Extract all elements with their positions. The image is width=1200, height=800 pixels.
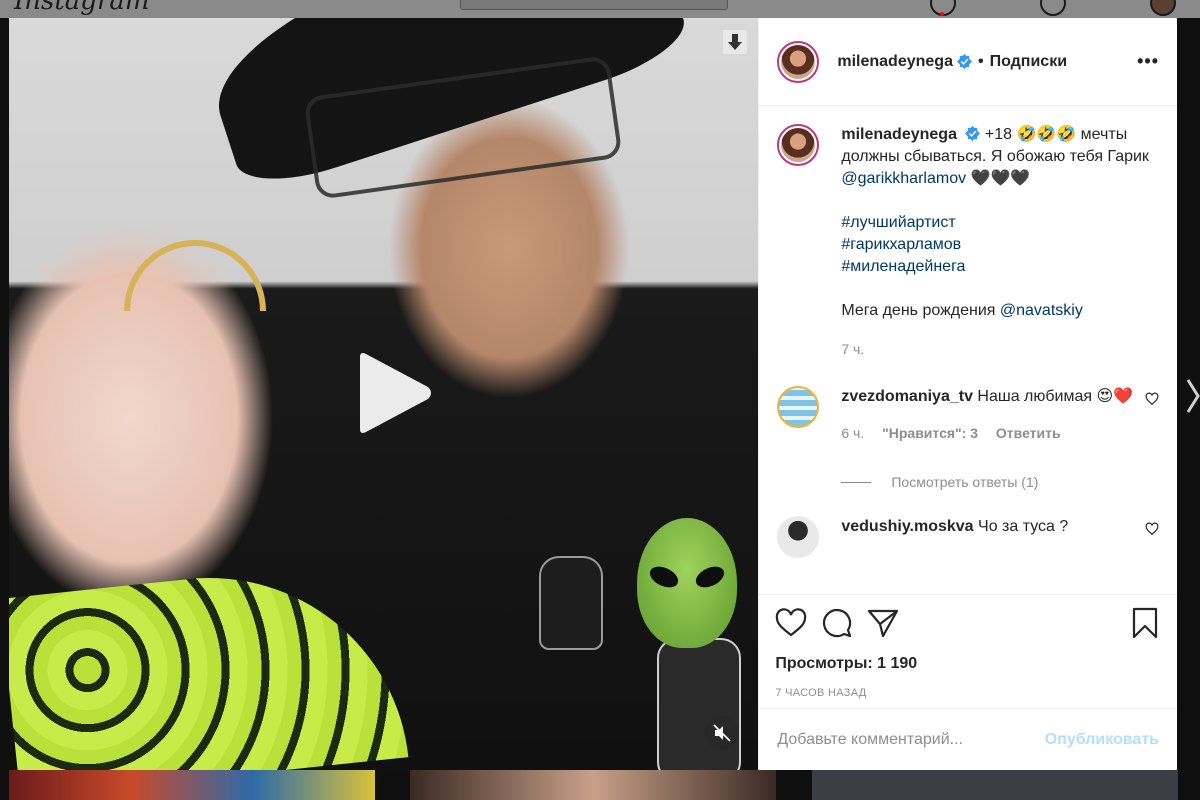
post-header: milenadeynega • Подписки ••• (759, 18, 1177, 106)
comment-timestamp[interactable]: 6 ч. (841, 425, 864, 441)
comment-item: vedushiy.moskva Чо за туса ? (777, 516, 1159, 558)
background-thumbnail[interactable] (9, 770, 375, 800)
caption-timestamp[interactable]: 7 ч. (841, 338, 1159, 360)
mention-link[interactable]: @navatskiy (1000, 302, 1083, 319)
bookmark-icon[interactable] (1129, 607, 1161, 639)
heart-icon[interactable] (775, 607, 807, 639)
view-replies-button[interactable]: Посмотреть ответы (1) (841, 474, 1159, 490)
caption-text: 🖤🖤🖤 (966, 170, 1031, 187)
muted-speaker-icon (713, 724, 731, 742)
comment-text: Наша любимая 😍❤️ (977, 388, 1134, 405)
comment-likes[interactable]: "Нравится": 3 (882, 425, 978, 441)
next-post-arrow-icon[interactable] (1186, 376, 1200, 416)
hashtag-link[interactable]: #миленадейнега (841, 256, 1159, 278)
verified-badge-icon (956, 54, 972, 69)
separator-dot: • (977, 52, 984, 70)
hashtag-link[interactable]: #гарикхарламов (841, 234, 1159, 256)
comment-text: Чо за туса ? (978, 518, 1069, 535)
mention-link[interactable]: @garikkharlamov (841, 170, 966, 187)
video-frame-detail (539, 556, 603, 650)
explore-icon[interactable] (1040, 0, 1066, 16)
search-box[interactable] (460, 0, 728, 10)
download-icon (728, 34, 742, 50)
mute-toggle-button[interactable] (705, 716, 739, 750)
author-username[interactable]: milenadeynega (837, 53, 953, 71)
post-actions: Просмотры: 1 190 7 ЧАСОВ НАЗАД (759, 594, 1177, 708)
comment-icon[interactable] (821, 607, 853, 639)
post-timestamp[interactable]: 7 ЧАСОВ НАЗАД (775, 687, 1161, 699)
video-frame-detail (9, 558, 409, 770)
comments-section[interactable]: milenadeynega +18 🤣🤣🤣 мечты должны сбыва… (759, 106, 1177, 594)
commenter-avatar[interactable] (777, 386, 820, 428)
author-avatar[interactable] (777, 40, 820, 83)
caption: milenadeynega +18 🤣🤣🤣 мечты должны сбыва… (777, 124, 1159, 360)
background-thumbnail[interactable] (410, 770, 776, 800)
profile-avatar-icon[interactable] (1150, 0, 1176, 16)
background-thumbnail[interactable] (812, 770, 1178, 800)
view-count[interactable]: Просмотры: 1 190 (775, 655, 1161, 673)
play-button[interactable] (349, 348, 439, 438)
hashtag-link[interactable]: #лучшийартист (841, 212, 1159, 234)
commenter-username[interactable]: zvezdomaniya_tv (841, 388, 973, 405)
background-topbar: Instagram (0, 0, 1200, 18)
video-frame-detail (657, 638, 741, 770)
verified-badge-icon (965, 126, 981, 141)
caption-avatar[interactable] (777, 124, 820, 166)
video-player[interactable] (9, 18, 759, 770)
comment-input[interactable]: Добавьте комментарий... (777, 731, 1044, 749)
play-icon (360, 353, 431, 433)
post-modal: milenadeynega • Подписки ••• milenadeyne… (9, 18, 1177, 770)
video-frame-detail (124, 240, 266, 311)
publish-button[interactable]: Опубликовать (1045, 731, 1159, 749)
comment-like-heart-icon[interactable] (1145, 392, 1159, 406)
post-sidebar: milenadeynega • Подписки ••• milenadeyne… (758, 18, 1177, 770)
reply-button[interactable]: Ответить (996, 425, 1061, 441)
comment-like-heart-icon[interactable] (1145, 522, 1159, 536)
video-frame-detail (637, 518, 737, 648)
download-button[interactable] (723, 30, 747, 54)
caption-username[interactable]: milenadeynega (841, 126, 957, 143)
more-options-button[interactable]: ••• (1137, 51, 1159, 72)
share-icon[interactable] (867, 607, 899, 639)
following-button[interactable]: Подписки (990, 53, 1067, 71)
caption-text: Мега день рождения (841, 302, 1000, 319)
add-comment-bar: Добавьте комментарий... Опубликовать (759, 708, 1177, 770)
notification-dot (940, 12, 944, 16)
view-replies-label: Посмотреть ответы (1) (891, 474, 1039, 490)
comment-item: zvezdomaniya_tv Наша любимая 😍❤️ 6 ч. "Н… (777, 386, 1159, 444)
commenter-username[interactable]: vedushiy.moskva (841, 518, 973, 535)
instagram-logo: Instagram (14, 0, 150, 16)
commenter-avatar[interactable] (777, 516, 820, 558)
